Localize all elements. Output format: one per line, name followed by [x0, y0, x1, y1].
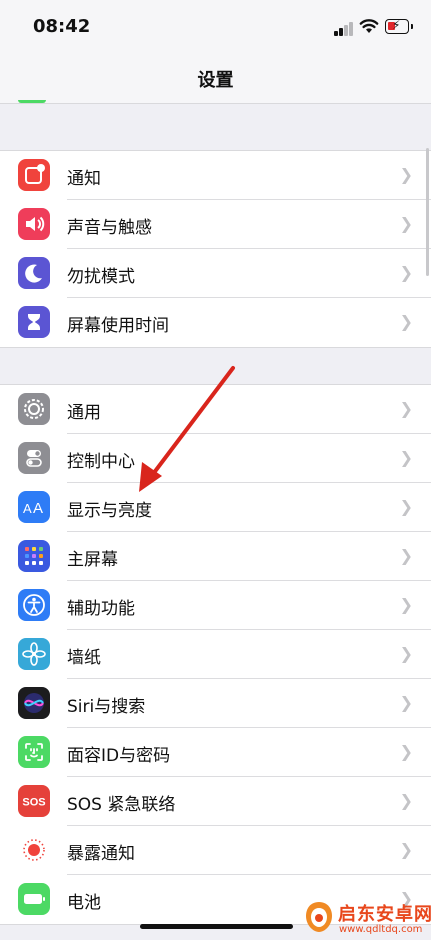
row-label: 电池: [67, 893, 101, 913]
status-time: 08:42: [33, 16, 91, 37]
watermark-logo-icon: [306, 902, 332, 932]
page-title: 设置: [197, 70, 234, 91]
row-label: 屏幕使用时间: [67, 316, 169, 336]
home-grid-icon: [18, 540, 50, 572]
watermark-url: www.qdltdq.com: [339, 924, 423, 935]
exposure-icon: [18, 834, 50, 866]
settings-row-home-screen[interactable]: 主屏幕 ❯: [0, 532, 431, 581]
flower-icon: [18, 638, 50, 670]
row-label: 通知: [67, 169, 101, 189]
hourglass-icon: [18, 306, 50, 338]
watermark: 启东安卓网 www.qdltdq.com: [298, 898, 431, 940]
chevron-right-icon: ❯: [399, 263, 413, 282]
chevron-right-icon: ❯: [399, 791, 413, 810]
chevron-right-icon: ❯: [399, 448, 413, 467]
notifications-icon: [18, 159, 50, 191]
row-label: 声音与触感: [67, 218, 152, 238]
svg-text:SOS: SOS: [22, 797, 45, 809]
wifi-icon: [359, 19, 379, 33]
settings-row-exposure-notifications[interactable]: 暴露通知 ❯: [0, 826, 431, 875]
settings-row-sounds[interactable]: 声音与触感 ❯: [0, 200, 431, 249]
chevron-right-icon: ❯: [399, 497, 413, 516]
battery-status-icon: ⚡: [385, 18, 413, 34]
chevron-right-icon: ❯: [399, 840, 413, 859]
scrollbar[interactable]: [426, 148, 429, 276]
siri-icon: [18, 687, 50, 719]
row-label: 墙纸: [67, 648, 101, 668]
settings-group-1: 通知 ❯ 声音与触感 ❯ 勿扰模式 ❯ 屏幕使用时间 ❯: [0, 150, 431, 348]
row-label: 通用: [67, 403, 101, 423]
cellular-signal-icon: [334, 22, 356, 36]
settings-row-general[interactable]: 通用 ❯: [0, 385, 431, 434]
accessibility-icon: [18, 589, 50, 621]
row-label: 主屏幕: [67, 550, 118, 570]
watermark-name: 启东安卓网: [338, 904, 431, 925]
svg-text:A: A: [23, 501, 32, 516]
chevron-right-icon: ❯: [399, 546, 413, 565]
row-label: 面容ID与密码: [67, 746, 171, 766]
sound-icon: [18, 208, 50, 240]
partial-row-icon: [18, 100, 46, 103]
svg-text:A: A: [33, 500, 43, 517]
settings-screen: 08:42 ⚡ 设置 通知 ❯ 声音与触感 ❯ 勿扰模式 ❯ 屏幕使用时间 ❯ …: [0, 0, 431, 940]
row-label: Siri与搜索: [67, 697, 146, 717]
settings-row-siri-search[interactable]: Siri与搜索 ❯: [0, 679, 431, 728]
row-label: 控制中心: [67, 452, 135, 472]
chevron-right-icon: ❯: [399, 214, 413, 233]
settings-row-control-center[interactable]: 控制中心 ❯: [0, 434, 431, 483]
settings-row-notifications[interactable]: 通知 ❯: [0, 151, 431, 200]
chevron-right-icon: ❯: [399, 644, 413, 663]
home-indicator[interactable]: [140, 924, 293, 929]
row-label: SOS 紧急联络: [67, 795, 176, 815]
settings-row-face-id[interactable]: 面容ID与密码 ❯: [0, 728, 431, 777]
settings-row-screen-time[interactable]: 屏幕使用时间 ❯: [0, 298, 431, 347]
settings-row-accessibility[interactable]: 辅助功能 ❯: [0, 581, 431, 630]
settings-row-emergency-sos[interactable]: SOS SOS 紧急联络 ❯: [0, 777, 431, 826]
chevron-right-icon: ❯: [399, 693, 413, 712]
text-size-icon: AA: [18, 491, 50, 523]
chevron-right-icon: ❯: [399, 312, 413, 331]
battery-icon: [18, 883, 50, 915]
sos-icon: SOS: [18, 785, 50, 817]
chevron-right-icon: ❯: [399, 399, 413, 418]
row-label: 勿扰模式: [67, 267, 135, 287]
gear-icon: [18, 393, 50, 425]
row-label: 暴露通知: [67, 844, 135, 864]
row-label: 显示与亮度: [67, 501, 152, 521]
toggles-icon: [18, 442, 50, 474]
nav-bar: 08:42 ⚡ 设置: [0, 0, 431, 104]
face-id-icon: [18, 736, 50, 768]
settings-row-display-brightness[interactable]: AA 显示与亮度 ❯: [0, 483, 431, 532]
moon-icon: [18, 257, 50, 289]
chevron-right-icon: ❯: [399, 595, 413, 614]
row-label: 辅助功能: [67, 599, 135, 619]
chevron-right-icon: ❯: [399, 165, 413, 184]
settings-row-do-not-disturb[interactable]: 勿扰模式 ❯: [0, 249, 431, 298]
settings-row-wallpaper[interactable]: 墙纸 ❯: [0, 630, 431, 679]
settings-group-2: 通用 ❯ 控制中心 ❯ AA 显示与亮度 ❯ 主屏幕 ❯ 辅助功能 ❯ 墙纸 ❯…: [0, 384, 431, 925]
chevron-right-icon: ❯: [399, 742, 413, 761]
